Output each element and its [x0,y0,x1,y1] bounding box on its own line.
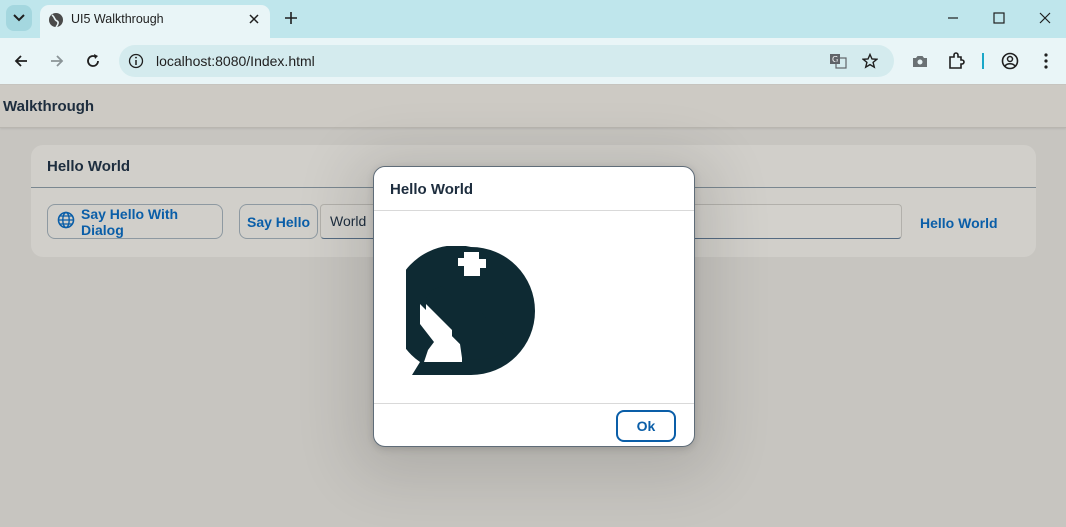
dialog-header-divider [374,210,694,211]
browser-tab-strip: UI5 Walkthrough [0,0,1066,38]
maximize-icon[interactable] [989,8,1009,28]
minimize-icon[interactable] [943,8,963,28]
favicon-globe-icon [48,12,64,33]
ok-button-label: Ok [636,418,656,434]
more-icon[interactable] [1035,50,1057,72]
plus-icon[interactable] [281,8,301,28]
reload-icon[interactable] [81,49,105,73]
close-icon[interactable] [246,11,262,27]
dialog-title: Hello World [390,181,474,198]
say-hello-with-dialog-button[interactable]: Say Hello With Dialog [47,204,223,239]
world-icon [392,245,536,376]
world-icon [57,211,75,232]
say-hello-with-dialog-label: Say Hello With Dialog [81,205,179,238]
tab-title: UI5 Walkthrough [71,12,164,26]
say-hello-button[interactable]: Say Hello [239,204,318,239]
hello-result-text: Hello World [920,215,998,231]
address-bar[interactable]: localhost:8080/Index.html G [119,45,894,77]
url-text[interactable]: localhost:8080/Index.html [156,53,315,69]
browser-tab[interactable]: UI5 Walkthrough [40,5,270,38]
translate-icon[interactable]: G [828,52,848,70]
app-shell-bar: Walkthrough [0,85,1066,128]
back-icon[interactable] [9,49,33,73]
dialog-footer-divider [374,403,694,404]
app-title: Walkthrough [3,98,95,115]
browser-toolbar: localhost:8080/Index.html G [0,38,1066,84]
site-info-icon[interactable] [128,53,144,74]
say-hello-label: Say Hello [246,213,311,230]
camera-icon[interactable] [909,50,931,72]
forward-icon[interactable] [45,49,69,73]
panel-title: Hello World [47,158,131,175]
extensions-icon[interactable] [945,50,967,72]
tab-list-icon[interactable] [6,5,32,31]
star-icon[interactable] [860,52,880,70]
ok-button[interactable]: Ok [616,410,676,442]
toolbar-separator [982,53,984,69]
name-input-value: World [330,213,367,229]
hello-dialog: Hello World Ok [373,166,695,447]
profile-icon[interactable] [999,50,1021,72]
svg-text:G: G [832,55,838,64]
window-close-icon[interactable] [1035,8,1055,28]
